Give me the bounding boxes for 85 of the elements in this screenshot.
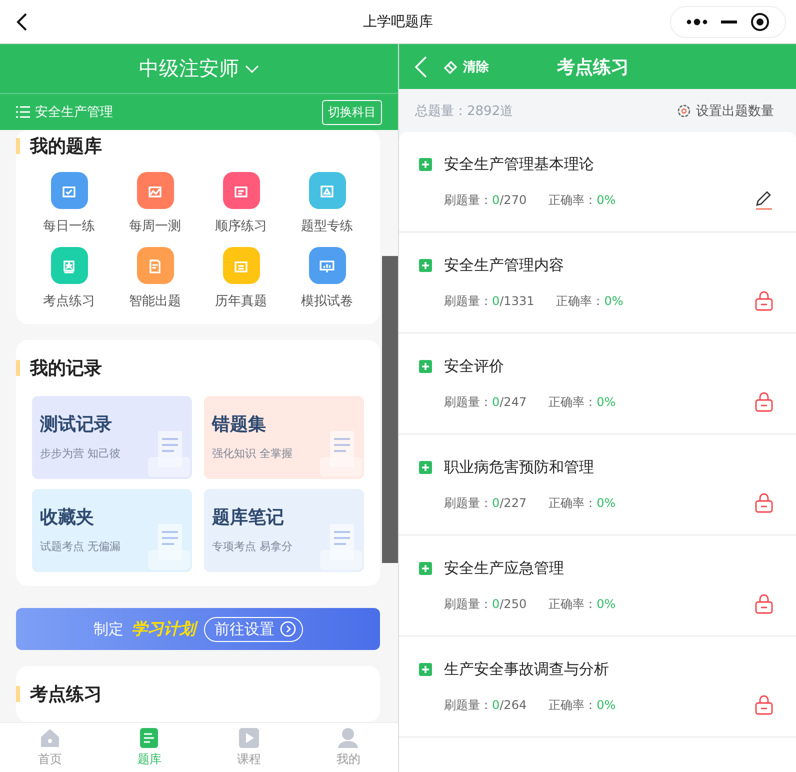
- feature-label[interactable]: 每周一测: [129, 217, 181, 235]
- chevron-down-icon[interactable]: [245, 64, 259, 74]
- topic-name[interactable]: 生产安全事故调查与分析: [444, 660, 609, 679]
- accuracy-rate: 正确率：0%: [548, 192, 616, 208]
- expand-plus-icon[interactable]: [419, 158, 432, 171]
- practice-count: 刷题量：0/264: [444, 696, 527, 714]
- record-subtitle: 强化知识 全掌握: [212, 446, 294, 461]
- record-card[interactable]: 测试记录 步步为营 知己彼: [32, 396, 192, 479]
- scrollbar-thumb[interactable]: [382, 256, 398, 563]
- practice-count: 刷题量：0/1331: [444, 292, 534, 310]
- expand-plus-icon[interactable]: [419, 461, 432, 474]
- record-title: 错题集: [212, 413, 267, 436]
- feature-icon[interactable]: [308, 247, 346, 284]
- list-icon: [16, 106, 30, 118]
- section-title: 我的记录: [30, 357, 102, 380]
- feature-label[interactable]: 每日一练: [43, 217, 95, 235]
- accuracy-rate: 正确率：0%: [548, 596, 616, 612]
- go-settings-button[interactable]: 前往设置: [204, 616, 302, 642]
- accuracy-rate: 正确率：0%: [556, 292, 624, 310]
- feature-label[interactable]: 模拟试卷: [301, 292, 353, 310]
- topic-name[interactable]: 安全生产管理基本理论: [444, 155, 594, 174]
- expand-plus-icon[interactable]: [419, 259, 432, 272]
- feature-label[interactable]: 题型专练: [301, 217, 353, 235]
- section-title: 考点练习: [30, 683, 102, 706]
- topic-name[interactable]: 安全生产管理内容: [444, 256, 564, 275]
- minimize-icon[interactable]: [720, 20, 737, 24]
- section-marker: [16, 138, 20, 154]
- practice-count: 刷题量：0/247: [444, 394, 527, 410]
- accuracy-rate: 正确率：0%: [548, 696, 616, 714]
- record-card[interactable]: 收藏夹 试题考点 无偏漏: [32, 489, 192, 572]
- section-title: 我的题库: [30, 135, 102, 158]
- accuracy-rate: 正确率：0%: [548, 394, 616, 410]
- record-card[interactable]: 题库笔记 专项考点 易拿分: [204, 489, 364, 572]
- page-title: 考点练习: [557, 56, 629, 78]
- feature-icon[interactable]: [50, 172, 88, 209]
- pencil-icon[interactable]: [754, 190, 774, 210]
- topic-name[interactable]: 职业病危害预防和管理: [444, 458, 594, 477]
- subject-name: 安全生产管理: [35, 104, 113, 121]
- close-target-icon[interactable]: [750, 12, 770, 32]
- expand-plus-icon[interactable]: [419, 360, 432, 373]
- eraser-icon: [443, 58, 459, 74]
- feature-icon[interactable]: [222, 172, 260, 209]
- feature-label[interactable]: 历年真题: [215, 292, 267, 310]
- feature-label[interactable]: 顺序练习: [215, 217, 267, 235]
- total-count: 总题量：2892道: [415, 102, 514, 120]
- document-icon: [138, 727, 160, 749]
- section-marker: [16, 360, 20, 376]
- lock-icon[interactable]: [754, 392, 774, 412]
- lock-icon[interactable]: [754, 695, 774, 715]
- practice-count: 刷题量：0/227: [444, 494, 527, 512]
- feature-icon[interactable]: [308, 172, 346, 209]
- lock-icon[interactable]: [754, 493, 774, 513]
- feature-label[interactable]: 智能出题: [129, 292, 181, 310]
- play-icon: [238, 727, 260, 749]
- window-title: 上学吧题库: [363, 12, 433, 30]
- feature-icon[interactable]: [50, 247, 88, 284]
- gear-icon: [677, 104, 691, 118]
- feature-icon[interactable]: [222, 247, 260, 284]
- more-icon[interactable]: [686, 18, 708, 26]
- practice-count: 刷题量：0/250: [444, 596, 527, 612]
- accuracy-rate: 正确率：0%: [548, 494, 616, 512]
- lock-icon[interactable]: [754, 594, 774, 614]
- feature-icon[interactable]: [136, 247, 174, 284]
- record-title: 测试记录: [40, 413, 113, 436]
- set-question-count-button[interactable]: 设置出题数量: [671, 100, 780, 120]
- expand-plus-icon[interactable]: [419, 562, 432, 575]
- record-title: 题库笔记: [212, 506, 285, 529]
- record-card[interactable]: 错题集 强化知识 全掌握: [204, 396, 364, 479]
- banner-highlight: 学习计划: [132, 618, 196, 640]
- house-icon: [38, 727, 61, 749]
- expand-plus-icon[interactable]: [419, 663, 432, 676]
- feature-label[interactable]: 考点练习: [43, 292, 95, 310]
- banner-text: 制定: [94, 620, 124, 638]
- section-marker: [16, 686, 20, 702]
- person-icon: [337, 727, 360, 749]
- chevron-circle-icon: [280, 621, 296, 637]
- record-subtitle: 专项考点 易拿分: [212, 539, 294, 554]
- feature-icon[interactable]: [136, 172, 174, 209]
- topic-name[interactable]: 安全评价: [444, 357, 504, 376]
- lock-icon[interactable]: [754, 291, 774, 311]
- practice-count: 刷题量：0/270: [444, 192, 527, 208]
- topic-name[interactable]: 安全生产应急管理: [444, 559, 564, 578]
- record-subtitle: 试题考点 无偏漏: [40, 539, 122, 554]
- record-title: 收藏夹: [40, 506, 95, 529]
- record-subtitle: 步步为营 知己彼: [40, 446, 122, 461]
